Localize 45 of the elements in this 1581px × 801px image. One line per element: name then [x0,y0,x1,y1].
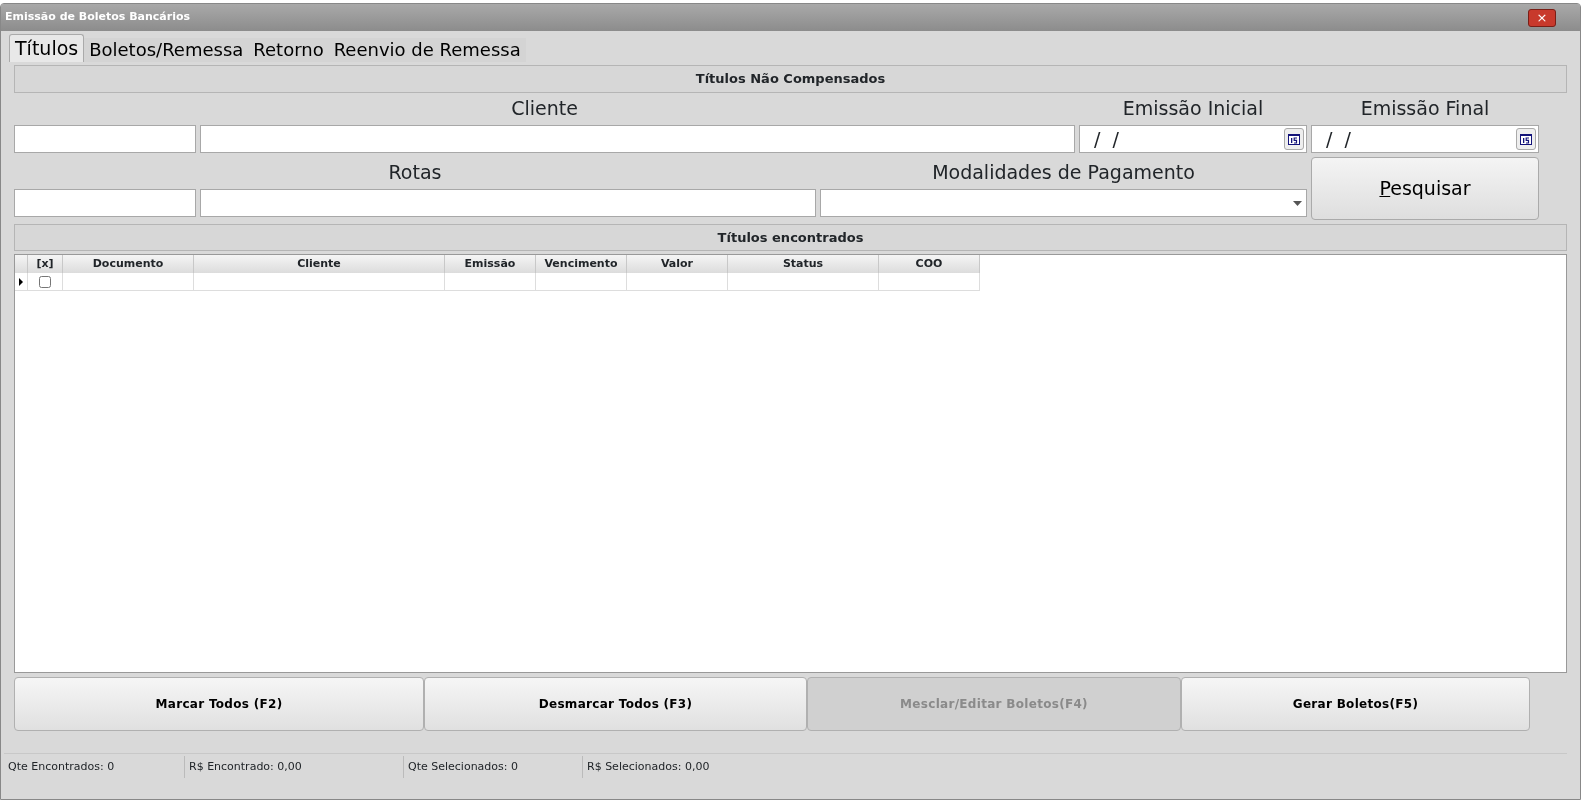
section-header: Títulos Não Compensados [14,65,1567,93]
grid-header-corner [15,255,28,273]
column-header: Vencimento [536,255,627,273]
input-field[interactable] [200,189,816,217]
input-field[interactable] [200,125,1075,153]
tab[interactable]: Boletos/Remessa [84,38,249,62]
field-label: Cliente [510,96,579,121]
date-value: / / [1093,127,1119,152]
calendar-button[interactable] [1516,128,1536,150]
tab[interactable]: Retorno [248,38,329,62]
input-field[interactable] [14,125,196,153]
field-label: Modalidades de Pagamento [931,160,1196,185]
field-label: Emissão Inicial [1121,96,1265,121]
calendar-icon [1288,133,1300,145]
field-label: Rotas [387,160,443,185]
column-header: Documento [63,255,194,273]
status-text: R$ Selecionados: 0,00 [582,755,882,778]
row-checkbox[interactable] [39,275,51,288]
tab[interactable]: Reenvio de Remessa [328,38,526,62]
input-field[interactable] [14,189,196,217]
dropdown-field[interactable] [820,189,1307,217]
column-header: Emissão [445,255,536,273]
status-text: Qte Encontrados: 0 [7,758,116,775]
calendar-icon [1520,133,1532,145]
action-button[interactable]: Gerar Boletos(F5) [1181,677,1530,731]
window-title: Emissão de Boletos Bancários [5,9,191,26]
date-value: / / [1325,127,1351,152]
calendar-button[interactable] [1284,128,1304,150]
search-button[interactable]: Pesquisar [1311,157,1539,220]
column-header: Cliente [194,255,445,273]
column-header: Valor [627,255,728,273]
action-button[interactable]: Desmarcar Todos (F3) [424,677,807,731]
date-field[interactable]: / / [1311,125,1539,153]
status-text: Qte Selecionados: 0 [403,755,582,778]
column-header: Status [728,255,879,273]
column-header: COO [879,255,980,273]
dropdown-arrow-icon [1293,200,1302,206]
tab[interactable]: Títulos [9,34,85,62]
status-text: R$ Encontrado: 0,00 [184,755,403,778]
close-button[interactable]: × [1528,8,1556,27]
field-label: Emissão Final [1359,96,1491,121]
column-header: [x] [28,255,63,273]
section-header: Títulos encontrados [14,224,1567,251]
action-button[interactable]: Marcar Todos (F2) [14,677,424,731]
date-field[interactable]: / / [1079,125,1307,153]
